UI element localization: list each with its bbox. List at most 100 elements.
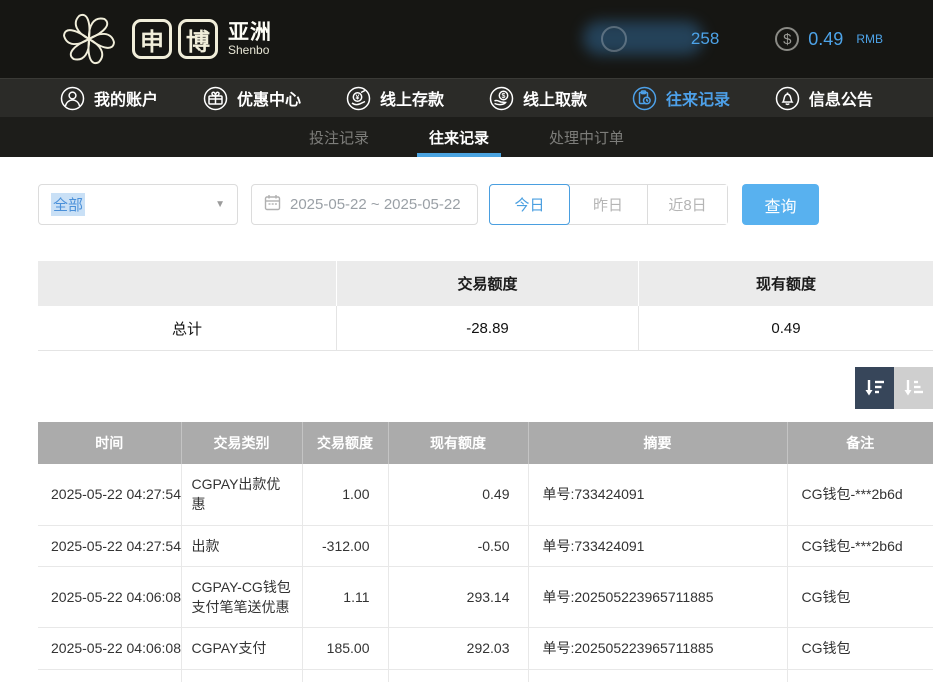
gift-icon	[203, 86, 228, 111]
deposit-icon: ¥	[346, 86, 371, 111]
balance-amount: 0.49	[808, 29, 843, 50]
col-header-summary: 摘要	[528, 422, 787, 464]
cell-time: 2025-05-22 04:27:54	[38, 525, 181, 566]
cell-balance: 293.14	[388, 566, 528, 628]
cell-type: 出款	[181, 525, 302, 566]
nav-item-优惠中心[interactable]: 优惠中心	[203, 86, 301, 111]
sort-descending-button[interactable]	[855, 367, 894, 409]
table-row: 2025-05-22 04:06:08 CGPAY支付 185.00 292.0…	[38, 628, 933, 669]
cell-balance: 0.49	[388, 464, 528, 525]
cell-note: CG钱包	[787, 566, 933, 628]
quick-date-button-group: 今日 昨日 近8日	[489, 184, 728, 225]
search-button[interactable]: 查询	[742, 184, 819, 225]
col-header-type: 交易类别	[181, 422, 302, 464]
account-balance[interactable]: $ 0.49 RMB	[775, 27, 883, 51]
quick-date-button-今日[interactable]: 今日	[489, 184, 570, 225]
nav-item-线上存款[interactable]: ¥ 线上存款	[346, 86, 444, 111]
cell-summary: 单号:733424091	[528, 525, 787, 566]
cell-balance: -0.50	[388, 525, 528, 566]
svg-text:$: $	[502, 93, 506, 100]
quick-date-button-昨日[interactable]: 昨日	[569, 185, 648, 224]
subnav-tab-往来记录[interactable]: 往来记录	[423, 117, 495, 157]
cell-summary: 单号:202505223965711885	[528, 566, 787, 628]
cell-amount: 185.00	[302, 628, 388, 669]
subnav-tab-投注记录[interactable]: 投注记录	[303, 117, 375, 157]
nav-item-信息公告[interactable]: 信息公告	[775, 86, 873, 111]
cell-amount: 28.00	[302, 669, 388, 682]
top-header: 申 博 亚洲 Shenbo 258 $ 0.49 RMB	[0, 0, 933, 78]
quick-date-button-近8日[interactable]: 近8日	[648, 185, 727, 224]
filter-bar: 全部 ▼ 2025-05-22 ~ 2025-05-22 今日 昨日 近8日 查…	[38, 184, 933, 225]
records-icon	[632, 86, 657, 111]
logo-char-2: 博	[178, 19, 218, 59]
logo-subtitle: Shenbo	[228, 44, 272, 56]
cell-note: CG钱包-***2b6d	[787, 464, 933, 525]
subnav-tab-处理中订单[interactable]: 处理中订单	[543, 117, 630, 157]
logo-region-text: 亚洲	[228, 22, 272, 43]
sub-navigation: 投注记录 往来记录 处理中订单	[0, 117, 933, 157]
table-header-row: 时间 交易类别 交易额度 现有额度 摘要 备注	[38, 422, 933, 464]
table-row: 2025-05-22 04:27:54 出款 -312.00 -0.50 单号:…	[38, 525, 933, 566]
summary-balance-total: 0.49	[638, 306, 933, 350]
bell-icon	[775, 86, 800, 111]
cell-balance: 292.03	[388, 628, 528, 669]
summary-header-row: 交易额度 现有额度	[38, 261, 933, 306]
summary-table: 交易额度 现有额度 总计 -28.89 0.49	[38, 261, 933, 351]
cell-summary: 单号:733424091	[528, 464, 787, 525]
cell-note	[787, 669, 933, 682]
cell-summary: 电子钱包月月返现_0520	[528, 669, 787, 682]
user-avatar-icon	[601, 26, 627, 52]
cell-type: CGPAY支付	[181, 628, 302, 669]
main-navigation: 我的账户 优惠中心 ¥ 线上存款 $ 线上取款 往来记录 信息公告	[0, 78, 933, 117]
select-selected-value: 全部	[51, 193, 85, 216]
sort-ascending-button[interactable]	[894, 367, 933, 409]
cell-amount: -312.00	[302, 525, 388, 566]
cell-type: CGPAY-CG钱包支付笔笔送优惠	[181, 566, 302, 628]
summary-total-row: 总计 -28.89 0.49	[38, 306, 933, 351]
nav-item-往来记录[interactable]: 往来记录	[632, 86, 730, 111]
transactions-table: 时间 交易类别 交易额度 现有额度 摘要 备注 2025-05-22 04:27…	[38, 422, 933, 682]
table-row: 2025-05-22 04:27:54 CGPAY出款优惠 1.00 0.49 …	[38, 464, 933, 525]
col-header-note: 备注	[787, 422, 933, 464]
account-username[interactable]: 258	[601, 19, 719, 59]
cell-amount: 1.00	[302, 464, 388, 525]
cell-note: CG钱包-***2b6d	[787, 525, 933, 566]
username-visible-digits: 258	[691, 29, 719, 49]
balance-currency: RMB	[856, 32, 883, 46]
col-header-balance: 现有额度	[388, 422, 528, 464]
nav-item-线上取款[interactable]: $ 线上取款	[489, 86, 587, 111]
cell-balance: 107.03	[388, 669, 528, 682]
sort-controls	[0, 367, 933, 409]
summary-header-balance: 现有额度	[638, 261, 933, 306]
flower-logo-icon	[58, 8, 120, 70]
chevron-down-icon: ▼	[215, 199, 225, 210]
col-header-amount: 交易额度	[302, 422, 388, 464]
dollar-coin-icon: $	[775, 27, 799, 51]
cell-time: 2025-05-22 04:27:54	[38, 464, 181, 525]
cell-time: 2025-05-22 04:04:21	[38, 669, 181, 682]
withdraw-icon: $	[489, 86, 514, 111]
date-range-value: 2025-05-22 ~ 2025-05-22	[290, 196, 461, 213]
transaction-type-select[interactable]: 全部 ▼	[38, 184, 238, 225]
user-icon	[60, 86, 85, 111]
sort-descending-icon	[864, 377, 886, 399]
summary-total-label: 总计	[38, 318, 336, 339]
calendar-icon	[264, 194, 281, 215]
cell-time: 2025-05-22 04:06:08	[38, 628, 181, 669]
cell-amount: 1.11	[302, 566, 388, 628]
cell-summary: 单号:202505223965711885	[528, 628, 787, 669]
summary-transaction-total: -28.89	[336, 306, 638, 350]
table-row: 2025-05-22 04:06:08 CGPAY-CG钱包支付笔笔送优惠 1.…	[38, 566, 933, 628]
brand-logo[interactable]: 申 博 亚洲 Shenbo	[58, 8, 272, 70]
date-range-input[interactable]: 2025-05-22 ~ 2025-05-22	[251, 184, 478, 225]
cell-note: CG钱包	[787, 628, 933, 669]
col-header-time: 时间	[38, 422, 181, 464]
svg-text:¥: ¥	[356, 94, 360, 101]
summary-header-transaction: 交易额度	[336, 261, 638, 306]
cell-type: CGPAY出款优惠	[181, 464, 302, 525]
logo-char-1: 申	[132, 19, 172, 59]
cell-time: 2025-05-22 04:06:08	[38, 566, 181, 628]
nav-item-我的账户[interactable]: 我的账户	[60, 86, 158, 111]
sort-ascending-icon	[903, 377, 925, 399]
cell-type: 存款/取款/打码/损益	[181, 669, 302, 682]
